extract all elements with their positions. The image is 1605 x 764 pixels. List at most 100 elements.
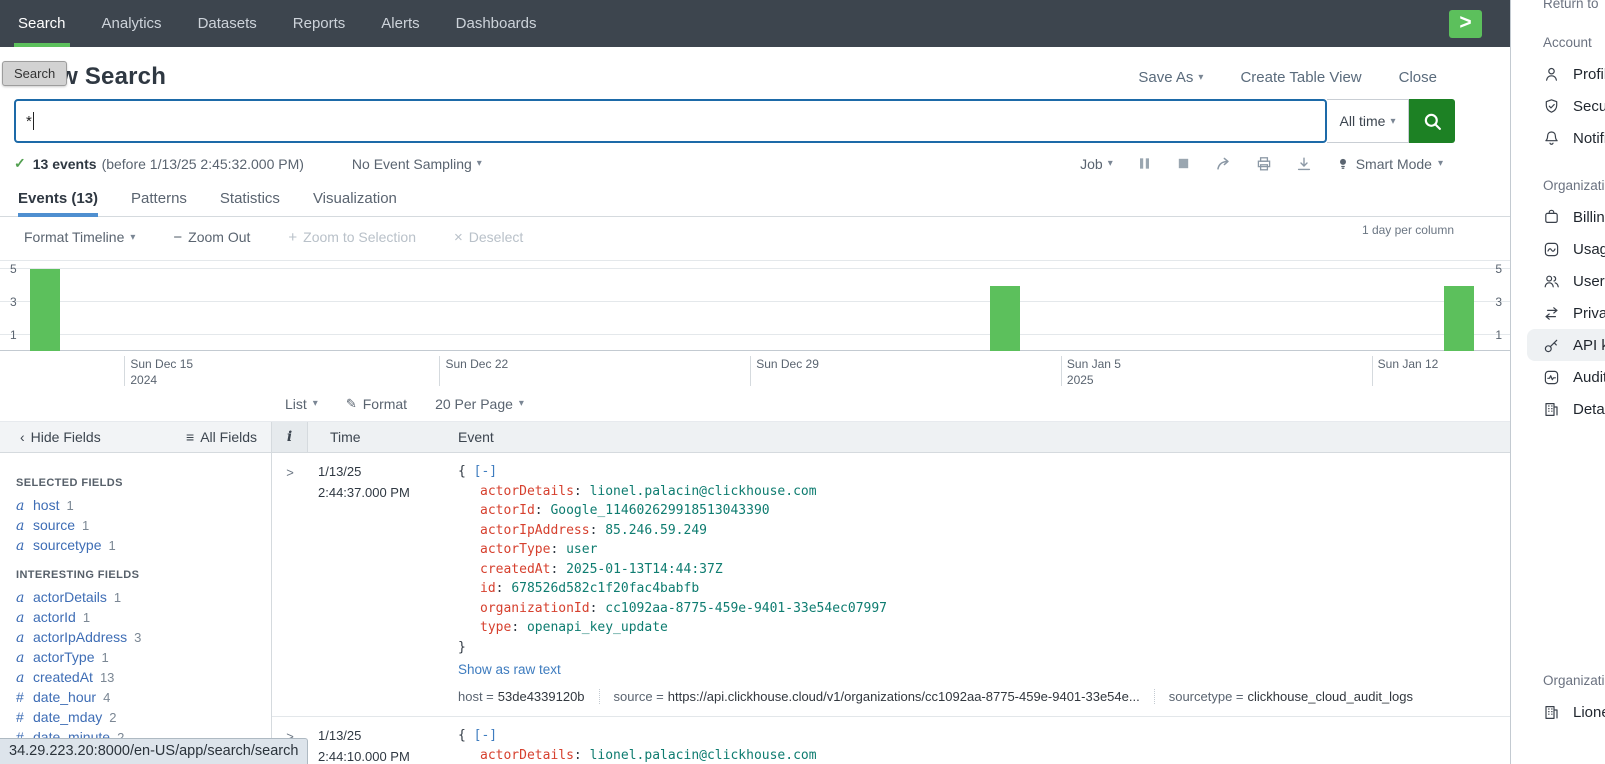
field-date_hour[interactable]: #date_hour4 — [16, 689, 271, 709]
event-json: { [-]actorDetails: lionel.palacin@clickh… — [458, 726, 1510, 764]
sampling-label: No Event Sampling — [352, 156, 472, 172]
tab-visualization[interactable]: Visualization — [313, 180, 397, 216]
nav-item-datasets[interactable]: Datasets — [180, 0, 275, 47]
string-type-icon: a — [16, 590, 26, 606]
sidebar-item-secur[interactable]: Secur — [1543, 90, 1605, 122]
show-raw-text-link[interactable]: Show as raw text — [458, 662, 561, 677]
sidebar-item-lione[interactable]: Lione — [1543, 696, 1605, 728]
nav-item-search[interactable]: Search — [0, 0, 84, 47]
time-range-picker[interactable]: All time▾ — [1327, 99, 1409, 143]
stop-button[interactable] — [1176, 156, 1191, 171]
tick-label: Sun Dec 22 — [445, 356, 508, 372]
export-button[interactable] — [1296, 156, 1312, 172]
collapse-toggle[interactable]: [-] — [474, 464, 497, 479]
search-mode-dropdown[interactable]: Smart Mode▾ — [1336, 156, 1443, 172]
timeline-bar[interactable] — [1444, 286, 1474, 351]
print-button[interactable] — [1256, 156, 1272, 172]
field-source[interactable]: asource1 — [16, 517, 271, 537]
event-sampling-dropdown[interactable]: No Event Sampling▾ — [352, 156, 482, 172]
string-type-icon: a — [16, 610, 26, 626]
sidebar-item-audit[interactable]: Audit — [1543, 361, 1605, 393]
nav-item-dashboards[interactable]: Dashboards — [438, 0, 555, 47]
collapse-toggle[interactable]: [-] — [474, 728, 497, 743]
sidebar-item-api-ke[interactable]: API ke — [1527, 329, 1605, 361]
nav-item-alerts[interactable]: Alerts — [363, 0, 437, 47]
tab-patterns[interactable]: Patterns — [131, 180, 187, 216]
fields-list: SELECTED FIELDS ahost1asource1asourcetyp… — [0, 453, 271, 749]
person-icon — [1543, 66, 1560, 83]
gridline — [0, 301, 1510, 302]
event-row: >1/13/252:44:37.000 PM{ [-]actorDetails:… — [272, 453, 1510, 717]
string-type-icon: a — [16, 670, 26, 686]
view-selector[interactable]: List▾ — [285, 395, 318, 412]
users-icon — [1543, 273, 1560, 290]
side-sections: AccountProfilSecurNotifiOrganizatioBilli… — [1543, 35, 1605, 728]
timeline-bar[interactable] — [990, 286, 1020, 351]
sidebar-item-notifi[interactable]: Notifi — [1543, 122, 1605, 154]
per-page-selector[interactable]: 20 Per Page▾ — [435, 395, 524, 412]
hide-fields-button[interactable]: ‹Hide Fields — [20, 429, 101, 445]
timeline-bar[interactable] — [30, 269, 60, 351]
all-fields-button[interactable]: ≡All Fields — [186, 429, 257, 445]
json-colon: : — [590, 601, 606, 616]
search-query: * — [26, 113, 32, 130]
field-actorId[interactable]: aactorId1 — [16, 609, 271, 629]
x-axis-tick: Sun Dec 29 — [750, 356, 819, 386]
section-header-2: Organizatio — [1543, 673, 1605, 688]
tab-statistics[interactable]: Statistics — [220, 180, 280, 216]
sidebar-item-usag[interactable]: Usag — [1543, 233, 1605, 265]
page-header: New Search Save As▾Create Table ViewClos… — [0, 47, 1510, 97]
string-type-icon: a — [16, 498, 26, 514]
format-button[interactable]: ✎Format — [346, 395, 407, 412]
text-cursor — [33, 112, 35, 130]
pause-button[interactable] — [1137, 156, 1152, 171]
sidebar-item-billing[interactable]: Billing — [1543, 201, 1605, 233]
field-actorType[interactable]: aactorType1 — [16, 649, 271, 669]
sidebar-item-users[interactable]: Users — [1543, 265, 1605, 297]
field-host[interactable]: ahost1 — [16, 497, 271, 517]
field-name: date_hour — [33, 689, 96, 705]
nav-item-analytics[interactable]: Analytics — [84, 0, 180, 47]
chevron-down-icon: ▾ — [1198, 72, 1203, 83]
selected-fields-title: SELECTED FIELDS — [16, 477, 271, 489]
timeline-chart[interactable]: 113355Sun Dec 152024Sun Dec 22Sun Dec 29… — [0, 257, 1510, 385]
search-input[interactable]: * — [14, 99, 1327, 143]
tab-events[interactable]: Events (13) — [18, 180, 98, 216]
sidebar-item-profil[interactable]: Profil — [1543, 58, 1605, 90]
job-menu[interactable]: Job▾ — [1080, 156, 1113, 172]
field-name: actorIpAddress — [33, 629, 127, 645]
json-field-line: type: openapi_key_update — [458, 618, 1510, 638]
json-key: createdAt — [480, 562, 550, 577]
zoom-out-button[interactable]: −Zoom Out — [173, 229, 250, 246]
field-actorIpAddress[interactable]: aactorIpAddress3 — [16, 629, 271, 649]
sidebar-item-label: Detai — [1573, 401, 1605, 418]
create-table-view-button[interactable]: Create Table View — [1240, 69, 1361, 86]
return-link[interactable]: Return to — [1543, 0, 1605, 11]
results-toolbar: List▾ ✎Format 20 Per Page▾ — [0, 385, 1510, 422]
event-rows: >1/13/252:44:37.000 PM{ [-]actorDetails:… — [272, 453, 1510, 764]
column-scale-note: 1 day per column — [1362, 223, 1454, 237]
bell-icon — [1543, 130, 1560, 147]
nav-item-reports[interactable]: Reports — [275, 0, 364, 47]
meta-host[interactable]: host =53de4339120b — [458, 689, 585, 704]
sidebar-item-privat[interactable]: Privat — [1543, 297, 1605, 329]
field-date_mday[interactable]: #date_mday2 — [16, 709, 271, 729]
field-sourcetype[interactable]: asourcetype1 — [16, 537, 271, 557]
event-time: 1/13/252:44:10.000 PM — [308, 726, 448, 764]
expand-chevron-icon[interactable]: > — [272, 462, 308, 704]
field-createdAt[interactable]: acreatedAt13 — [16, 669, 271, 689]
save-as-button[interactable]: Save As▾ — [1138, 69, 1203, 86]
field-actorDetails[interactable]: aactorDetails1 — [16, 589, 271, 609]
json-value: 2025-01-13T14:44:37Z — [566, 562, 723, 577]
search-button[interactable] — [1409, 99, 1455, 143]
meta-source[interactable]: source =https://api.clickhouse.cloud/v1/… — [614, 689, 1140, 704]
format-timeline-button[interactable]: Format Timeline▾ — [24, 229, 135, 246]
close-button[interactable]: Close — [1399, 69, 1437, 86]
share-button[interactable] — [1215, 155, 1232, 172]
sidebar-item-detai[interactable]: Detai — [1543, 393, 1605, 425]
splunk-logo[interactable]: > — [1449, 10, 1482, 38]
meta-sourcetype[interactable]: sourcetype =clickhouse_cloud_audit_logs — [1169, 689, 1413, 704]
meta-value: 53de4339120b — [498, 689, 585, 704]
string-type-icon: a — [16, 538, 26, 554]
event-body: { [-]actorDetails: lionel.palacin@clickh… — [448, 462, 1510, 704]
